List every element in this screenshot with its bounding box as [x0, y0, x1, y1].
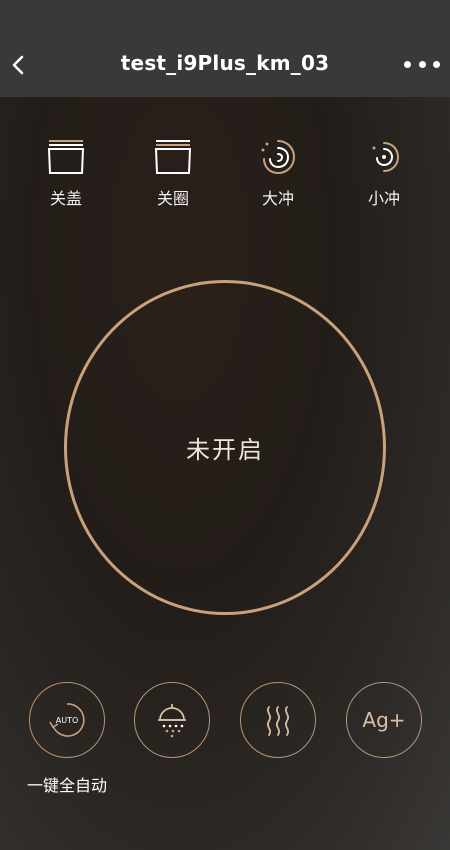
- function-label: 大冲: [261, 189, 294, 208]
- function-label: 关圈: [156, 189, 189, 208]
- function-label: 小冲: [367, 189, 400, 208]
- shower-mode-button[interactable]: [132, 682, 212, 758]
- seat-icon: [151, 135, 195, 179]
- mode-row: AUTO 一键全自动 Ag+: [0, 682, 450, 802]
- more-dots-icon[interactable]: [404, 56, 440, 72]
- swirl-large-icon: [256, 135, 300, 179]
- close-lid-button[interactable]: 关盖: [26, 135, 106, 215]
- silver-ion-icon[interactable]: Ag+: [346, 682, 422, 758]
- swirl-small-icon: [362, 135, 406, 179]
- silver-ion-button[interactable]: Ag+: [344, 682, 424, 758]
- lid-icon: [44, 135, 88, 179]
- large-flush-button[interactable]: 大冲: [238, 135, 318, 215]
- auto-mode-button[interactable]: AUTO 一键全自动: [27, 682, 107, 796]
- shower-icon[interactable]: [134, 682, 210, 758]
- page-title: test_i9Plus_km_03: [120, 51, 330, 75]
- warm-air-button[interactable]: [238, 682, 318, 758]
- close-seat-button[interactable]: 关圈: [133, 135, 213, 215]
- auto-icon[interactable]: AUTO: [29, 682, 105, 758]
- svg-text:AUTO: AUTO: [56, 716, 79, 725]
- power-toggle-button[interactable]: 未开启: [64, 280, 386, 615]
- small-flush-button[interactable]: 小冲: [344, 135, 424, 215]
- top-bar: test_i9Plus_km_03: [0, 0, 450, 97]
- function-label: 关盖: [49, 189, 82, 208]
- function-row: 关盖 关圈 大冲 小冲: [0, 135, 450, 215]
- heat-waves-icon[interactable]: [240, 682, 316, 758]
- status-text: 未开启: [186, 436, 264, 464]
- auto-mode-label: 一键全自动: [27, 776, 108, 795]
